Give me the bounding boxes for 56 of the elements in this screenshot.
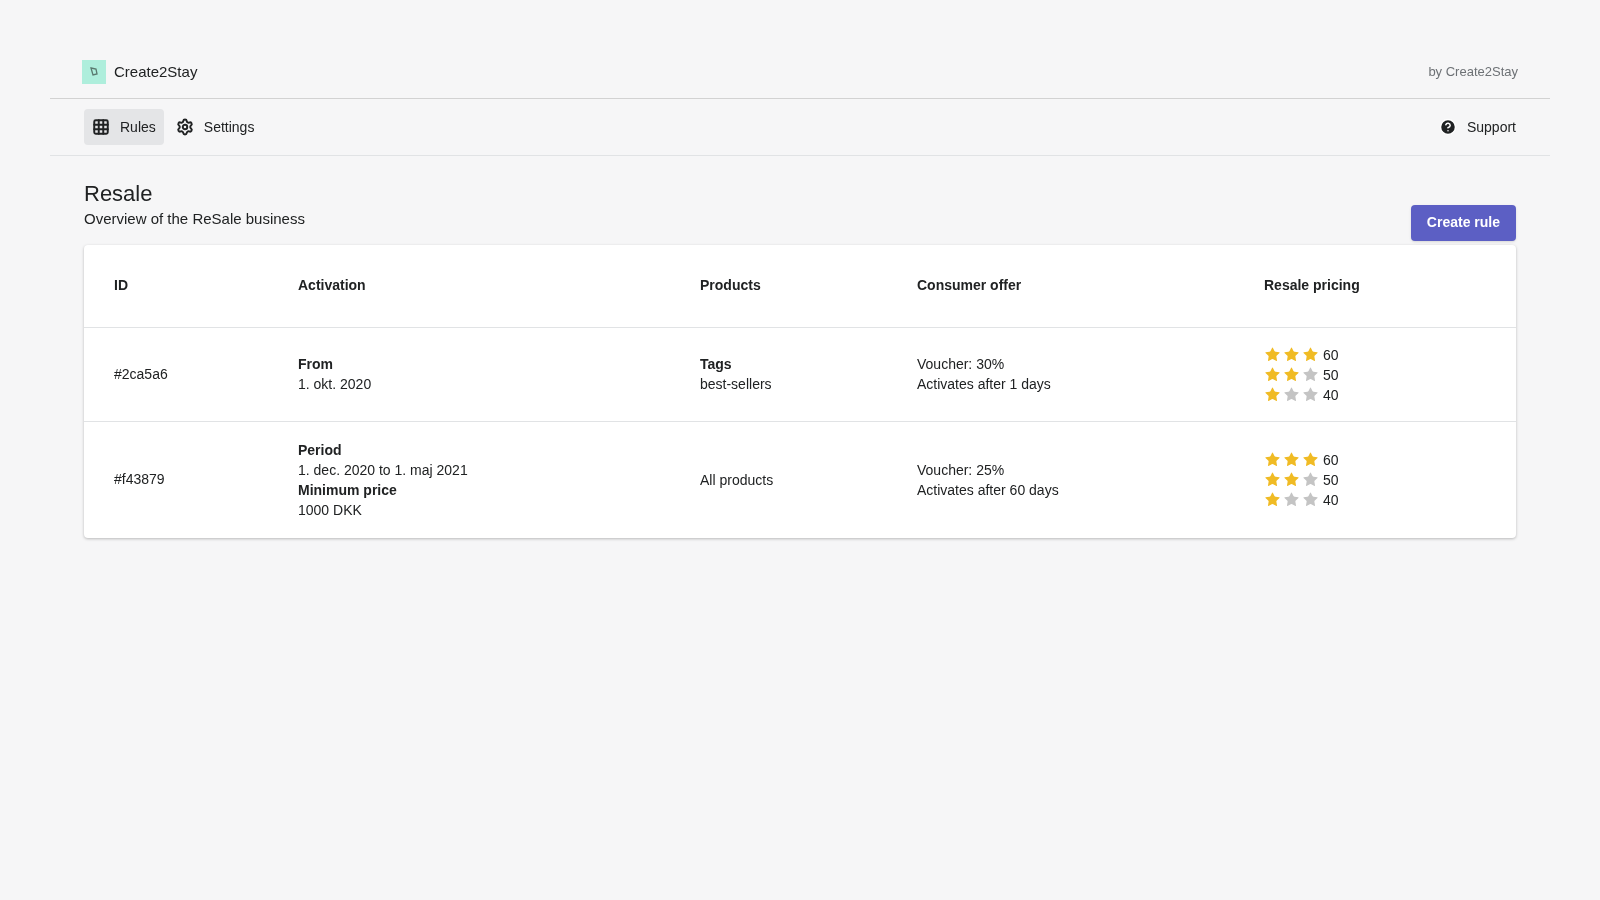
star-icon: [1264, 385, 1281, 403]
star-icon: [1302, 385, 1319, 403]
star-icon: [1302, 471, 1319, 488]
grid-icon: [92, 118, 110, 136]
star-icon: [1302, 491, 1319, 508]
price-value: 60: [1323, 452, 1339, 468]
star-icon: [1302, 345, 1319, 363]
star-icon: [1302, 365, 1319, 383]
create-rule-button[interactable]: Create rule: [1410, 204, 1516, 241]
price-value: 40: [1323, 492, 1339, 508]
logo-icon: [82, 60, 106, 84]
price-value: 60: [1323, 346, 1339, 363]
field-label: From: [298, 355, 334, 374]
nav-tab[interactable]: Rules: [84, 109, 164, 145]
field-value: 1. okt. 2020: [298, 375, 373, 394]
price-value: 50: [1323, 366, 1339, 383]
brand-name: Create2Stay: [114, 61, 198, 82]
offer-text: Activates after 60 days: [917, 480, 1060, 500]
field-label: Tags: [700, 355, 733, 374]
offer-text: Voucher: 25%: [917, 460, 1006, 480]
field-value: best-sellers: [700, 375, 773, 394]
star-icon: [1283, 365, 1300, 383]
star-icon: [1302, 451, 1319, 468]
offer-text: Voucher: 30%: [917, 355, 1006, 374]
star-icon: [1264, 345, 1281, 363]
star-icon: [1264, 365, 1281, 383]
offer-text: Activates after 1 days: [917, 375, 1052, 394]
field-value: 1000 DKK: [298, 500, 363, 520]
column-header: Activation: [298, 276, 367, 295]
rule-id: #2ca5a6: [114, 364, 169, 384]
field-label: Minimum price: [298, 480, 398, 500]
star-icon: [1264, 491, 1281, 508]
settings-icon: [175, 118, 194, 136]
rule-id: #f43879: [114, 470, 166, 489]
field-value: 1. dec. 2020 to 1. maj 2021: [298, 460, 469, 480]
star-icon: [1264, 451, 1281, 468]
star-icon: [1283, 385, 1300, 403]
column-header: Products: [700, 276, 762, 295]
price-value: 50: [1323, 472, 1339, 488]
column-header: Consumer offer: [917, 276, 1023, 295]
star-icon: [1283, 471, 1300, 488]
field-label: Period: [298, 440, 343, 460]
page-title: Resale: [84, 180, 154, 208]
star-icon: [1283, 491, 1300, 508]
page-subtitle: Overview of the ReSale business: [84, 209, 305, 229]
column-header: Resale pricing: [1264, 276, 1361, 295]
field-value: All products: [700, 470, 775, 490]
star-icon: [1264, 471, 1281, 488]
star-icon: [1283, 345, 1300, 363]
star-icon: [1283, 451, 1300, 468]
help-icon: [1438, 118, 1457, 136]
price-value: 40: [1323, 386, 1339, 403]
support-link[interactable]: Support: [1438, 116, 1516, 138]
column-header: ID: [114, 276, 129, 295]
byline: by Create2Stay: [1428, 63, 1518, 82]
nav-tab[interactable]: Settings: [167, 109, 263, 145]
